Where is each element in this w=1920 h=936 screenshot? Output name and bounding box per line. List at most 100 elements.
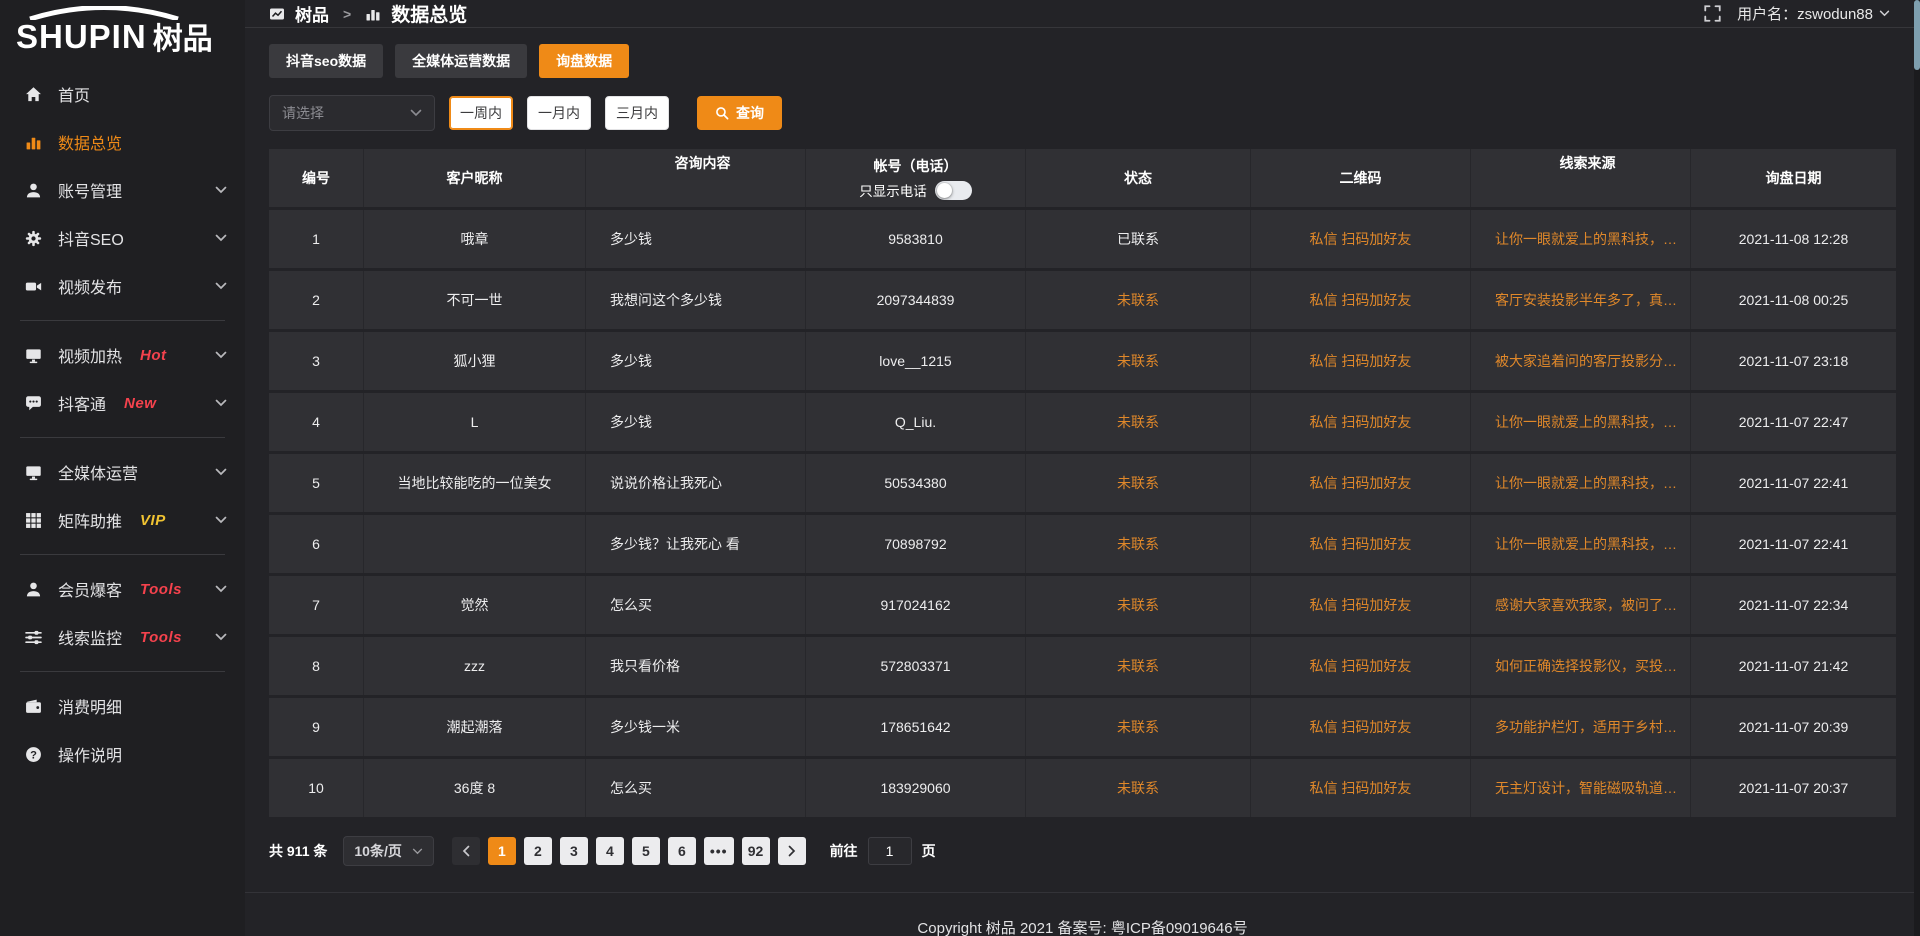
page-button-6[interactable]: 6 <box>668 837 696 865</box>
content-cell: 多少钱？让我死心 看 <box>586 515 806 573</box>
nickname-cell: 觉然 <box>364 576 586 634</box>
source-link[interactable]: 让你一眼就爱上的黑科技，能... <box>1495 534 1680 554</box>
scrollbar-thumb[interactable] <box>1914 0 1920 70</box>
source-link[interactable]: 无主灯设计，智能磁吸轨道灯... <box>1495 778 1680 798</box>
goto-label: 前往 <box>830 841 858 861</box>
sidebar-item-label: 操作说明 <box>58 742 122 766</box>
source-link[interactable]: 被大家追着问的客厅投影分享... <box>1495 351 1680 371</box>
search-button[interactable]: 查询 <box>697 96 782 130</box>
next-page-button[interactable] <box>778 837 806 865</box>
nickname-cell: 哦章 <box>364 210 586 268</box>
question-circle-icon: ? <box>24 745 42 763</box>
topbar: 树品 > 数据总览 用户名：zswodun88 <box>245 0 1920 28</box>
qrcode-link[interactable]: 私信 扫码加好友 <box>1310 412 1412 432</box>
id-cell: 1 <box>269 210 364 268</box>
account-cell: 70898792 <box>806 515 1026 573</box>
content-cell: 怎么买 <box>586 576 806 634</box>
status-cell: 未联系 <box>1026 576 1251 634</box>
nickname-cell: zzz <box>364 637 586 695</box>
page-button-3[interactable]: 3 <box>560 837 588 865</box>
source-link[interactable]: 感谢大家喜欢我家，被问了好... <box>1495 595 1680 615</box>
qrcode-link[interactable]: 私信 扫码加好友 <box>1310 290 1412 310</box>
id-cell: 8 <box>269 637 364 695</box>
page-button-2[interactable]: 2 <box>524 837 552 865</box>
goto-suffix-label: 页 <box>922 841 936 861</box>
source-link[interactable]: 让你一眼就爱上的黑科技，能... <box>1495 473 1680 493</box>
sidebar-item-spend-detail[interactable]: 消费明细 <box>0 682 245 730</box>
page-size-select[interactable]: 10条/页 <box>343 836 433 866</box>
chevron-down-icon <box>215 633 227 641</box>
page-title: 数据总览 <box>391 0 467 27</box>
chevron-down-icon <box>215 234 227 242</box>
time-filter-month[interactable]: 一月内 <box>527 96 591 130</box>
qrcode-link[interactable]: 私信 扫码加好友 <box>1310 229 1412 249</box>
tab-inquiry-data[interactable]: 询盘数据 <box>539 44 629 78</box>
sidebar-item-member-burst[interactable]: 会员爆客 Tools <box>0 565 245 613</box>
chevron-down-icon <box>1879 10 1890 17</box>
sidebar-item-label: 全媒体运营 <box>58 460 138 484</box>
phone-toggle-wrap: 只显示电话 <box>859 180 972 200</box>
id-cell: 4 <box>269 393 364 451</box>
qrcode-link[interactable]: 私信 扫码加好友 <box>1310 778 1412 798</box>
tab-omni-media-data[interactable]: 全媒体运营数据 <box>395 44 527 78</box>
qrcode-link[interactable]: 私信 扫码加好友 <box>1310 717 1412 737</box>
fullscreen-icon[interactable] <box>1704 5 1721 22</box>
source-link[interactable]: 如何正确选择投影仪，买投影... <box>1495 656 1680 676</box>
sidebar-item-video-heat[interactable]: 视频加热 Hot <box>0 331 245 379</box>
page-button-92[interactable]: 92 <box>742 837 770 865</box>
time-filter-week[interactable]: 一周内 <box>449 96 513 130</box>
sidebar-item-douyin-seo[interactable]: 抖音SEO <box>0 214 245 262</box>
qrcode-link[interactable]: 私信 扫码加好友 <box>1310 473 1412 493</box>
sidebar-item-label: 会员爆客 <box>58 577 122 601</box>
goto-page-input[interactable] <box>868 837 912 865</box>
status-cell: 未联系 <box>1026 271 1251 329</box>
sidebar-item-home[interactable]: 首页 <box>0 70 245 118</box>
phone-only-toggle[interactable] <box>935 181 972 200</box>
hot-badge: Hot <box>140 347 167 364</box>
source-link[interactable]: 让你一眼就爱上的黑科技，能... <box>1495 412 1680 432</box>
monitor-icon <box>24 346 42 364</box>
filter-select[interactable]: 请选择 <box>269 95 435 131</box>
search-button-label: 查询 <box>736 103 764 123</box>
source-link[interactable]: 让你一眼就爱上的黑科技，能... <box>1495 229 1680 249</box>
sidebar-item-matrix-boost[interactable]: 矩阵助推 VIP <box>0 496 245 544</box>
qrcode-link[interactable]: 私信 扫码加好友 <box>1310 595 1412 615</box>
breadcrumb-root[interactable]: 树品 <box>295 1 329 26</box>
col-header-account: 帐号（电话） 只显示电话 <box>806 149 1026 207</box>
prev-page-button[interactable] <box>452 837 480 865</box>
table-row: 9 潮起潮落 多少钱一米 178651642 未联系 私信 扫码加好友 多功能护… <box>269 698 1896 759</box>
home-icon <box>24 85 42 103</box>
sidebar-item-doukettong[interactable]: 抖客通 New <box>0 379 245 427</box>
tab-douyin-seo-data[interactable]: 抖音seo数据 <box>269 44 383 78</box>
source-link[interactable]: 多功能护栏灯，适用于乡村文... <box>1495 717 1680 737</box>
qrcode-link[interactable]: 私信 扫码加好友 <box>1310 351 1412 371</box>
time-filter-quarter[interactable]: 三月内 <box>605 96 669 130</box>
nickname-cell: 不可一世 <box>364 271 586 329</box>
page-button-1[interactable]: 1 <box>488 837 516 865</box>
chevron-down-icon <box>410 109 422 117</box>
select-placeholder: 请选择 <box>282 103 324 123</box>
sidebar-item-data-overview[interactable]: 数据总览 <box>0 118 245 166</box>
sidebar-item-lead-monitor[interactable]: 线索监控 Tools <box>0 613 245 661</box>
sidebar-item-help[interactable]: ? 操作说明 <box>0 730 245 778</box>
col-header-status: 状态 <box>1026 149 1251 207</box>
sidebar-item-video-publish[interactable]: 视频发布 <box>0 262 245 310</box>
page-button-4[interactable]: 4 <box>596 837 624 865</box>
goto-page-wrap: 前往 页 <box>830 837 936 865</box>
nickname-cell: 潮起潮落 <box>364 698 586 756</box>
account-cell: 917024162 <box>806 576 1026 634</box>
qrcode-link[interactable]: 私信 扫码加好友 <box>1310 656 1412 676</box>
total-count-label: 共 911 条 <box>269 841 327 861</box>
chevron-left-icon <box>462 845 470 857</box>
page-button-5[interactable]: 5 <box>632 837 660 865</box>
topbar-right: 用户名：zswodun88 <box>1704 3 1890 24</box>
more-pages-button[interactable]: ••• <box>704 837 734 865</box>
qrcode-link[interactable]: 私信 扫码加好友 <box>1310 534 1412 554</box>
sidebar-item-account-mgmt[interactable]: 账号管理 <box>0 166 245 214</box>
source-link[interactable]: 客厅安装投影半年多了，真实... <box>1495 290 1680 310</box>
sidebar-item-label: 消费明细 <box>58 694 122 718</box>
chevron-down-icon <box>215 516 227 524</box>
sidebar-item-omni-media[interactable]: 全媒体运营 <box>0 448 245 496</box>
scrollbar-track[interactable] <box>1914 0 1920 936</box>
user-menu[interactable]: 用户名：zswodun88 <box>1737 3 1890 24</box>
